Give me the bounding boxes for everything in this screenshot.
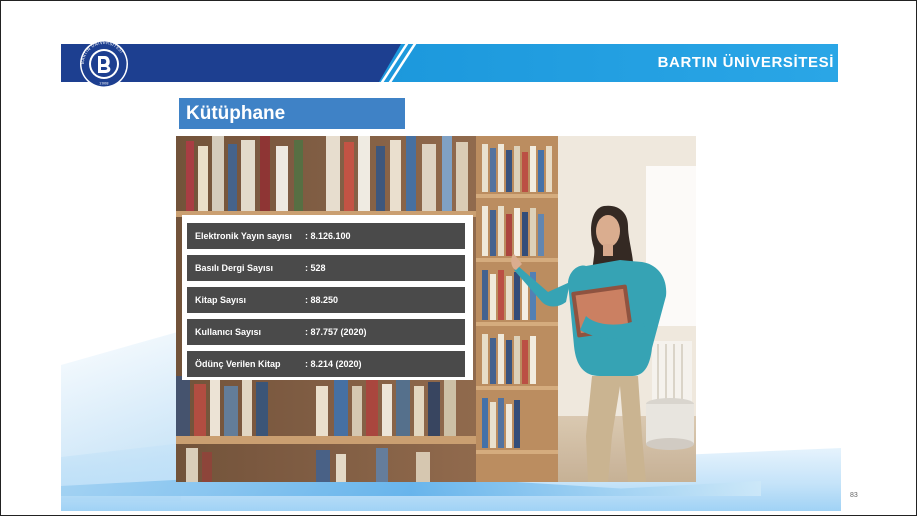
university-name: BARTIN ÜNİVERSİTESİ xyxy=(657,54,834,71)
stat-value: : 8.214 (2020) xyxy=(305,359,362,369)
stat-label: Ödünç Verilen Kitap xyxy=(195,359,281,369)
stat-value: : 88.250 xyxy=(305,295,339,305)
stat-label: Elektronik Yayın sayısı xyxy=(195,231,292,241)
stat-label: Kullanıcı Sayısı xyxy=(195,327,262,337)
slide: BARTIN ÜNİVERSİTESİ BARTIN ÜNİVERSİTESİ … xyxy=(0,0,917,516)
stat-row-books: Kitap Sayısı : 88.250 xyxy=(187,287,465,313)
library-stats-panel: Elektronik Yayın sayısı : 8.126.100 Bası… xyxy=(182,215,473,380)
university-logo: BARTIN ÜNİVERSİTESİ 2008 xyxy=(72,39,136,89)
section-title: Kütüphane xyxy=(179,98,405,129)
stat-value: : 528 xyxy=(305,263,326,273)
stat-row-printed-journals: Basılı Dergi Sayısı : 528 xyxy=(187,255,465,281)
logo-year: 2008 xyxy=(99,82,109,86)
stat-row-loaned-books: Ödünç Verilen Kitap : 8.214 (2020) xyxy=(187,351,465,377)
stat-label: Kitap Sayısı xyxy=(195,295,247,305)
stat-row-electronic-publications: Elektronik Yayın sayısı : 8.126.100 xyxy=(187,223,465,249)
page-number: 83 xyxy=(850,492,858,499)
stat-row-users: Kullanıcı Sayısı : 87.757 (2020) xyxy=(187,319,465,345)
stat-value: : 8.126.100 xyxy=(305,231,351,241)
stat-label: Basılı Dergi Sayısı xyxy=(195,263,274,273)
stat-value: : 87.757 (2020) xyxy=(305,327,367,337)
